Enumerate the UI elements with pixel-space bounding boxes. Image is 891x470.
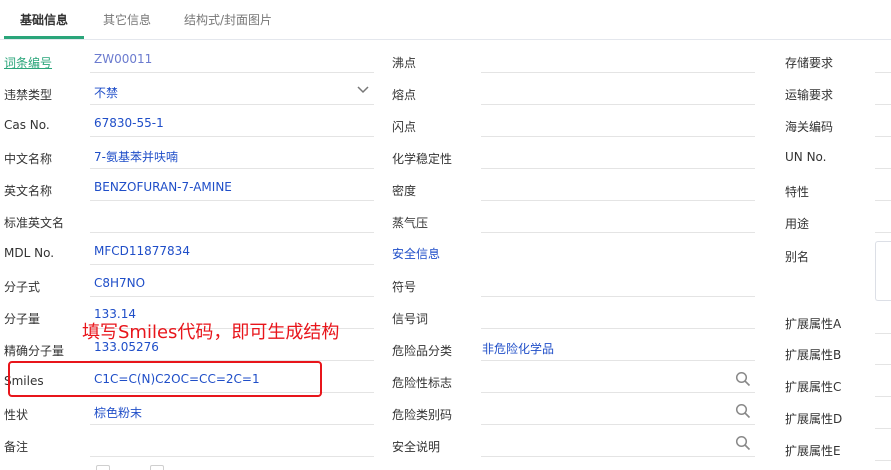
- remarks-underline: [90, 456, 374, 457]
- density-label: 密度: [392, 184, 417, 198]
- property-input[interactable]: [875, 200, 891, 201]
- en-name-label: 英文名称: [4, 184, 53, 198]
- cn-name-label: 中文名称: [4, 152, 53, 166]
- appearance-underline: [90, 424, 374, 425]
- boiling-point-label: 沸点: [392, 56, 417, 70]
- flash-point-label: 闪点: [392, 120, 417, 134]
- checkbox-2[interactable]: [150, 465, 164, 470]
- ext-d-label: 扩展属性D: [785, 412, 843, 426]
- hazard-code-input[interactable]: [481, 424, 755, 425]
- entry-no-underline: [90, 72, 374, 73]
- active-tab-indicator: [4, 36, 84, 39]
- entry-no-label[interactable]: 词条编号: [4, 54, 52, 71]
- std-en-name-underline: [90, 232, 374, 233]
- prohibited-type-underline: [90, 104, 374, 105]
- storage-input[interactable]: [875, 72, 891, 73]
- safety-desc-search-icon[interactable]: [735, 435, 751, 451]
- tab-structure-cover[interactable]: 结构式/封面图片: [184, 11, 272, 28]
- melting-point-label: 熔点: [392, 88, 417, 102]
- un-no-input[interactable]: [875, 168, 891, 169]
- entry-no-value: ZW00011: [94, 52, 153, 66]
- tab-other-info[interactable]: 其它信息: [103, 11, 151, 28]
- vapor-pressure-input[interactable]: [481, 232, 755, 233]
- ext-c-label: 扩展属性C: [785, 380, 842, 394]
- hazard-mark-input[interactable]: [481, 392, 755, 393]
- smiles-hint-annotation: 填写Smiles代码，即可生成结构: [82, 322, 340, 343]
- hazard-class-input[interactable]: 非危险化学品: [482, 340, 554, 357]
- customs-code-input[interactable]: [875, 136, 891, 137]
- cas-no-input[interactable]: 67830-55-1: [94, 116, 164, 130]
- tab-bar: 基础信息 其它信息 结构式/封面图片: [0, 0, 891, 40]
- mdl-no-underline: [90, 264, 374, 265]
- remarks-label: 备注: [4, 440, 29, 454]
- ext-b-label: 扩展属性B: [785, 348, 842, 362]
- density-input[interactable]: [481, 200, 755, 201]
- std-en-name-label: 标准英文名: [4, 216, 65, 230]
- ext-e-label: 扩展属性E: [785, 444, 841, 458]
- tab-basic-info[interactable]: 基础信息: [20, 11, 68, 28]
- boiling-point-input[interactable]: [481, 72, 755, 73]
- hazard-mark-label: 危险性标志: [392, 376, 453, 390]
- ext-c-input[interactable]: [875, 396, 891, 397]
- symbol-input[interactable]: [481, 296, 755, 297]
- ext-a-label: 扩展属性A: [785, 317, 842, 331]
- mdl-no-input[interactable]: MFCD11877834: [94, 244, 190, 258]
- hazard-code-search-icon[interactable]: [735, 403, 751, 419]
- usage-input[interactable]: [875, 232, 891, 233]
- formula-input[interactable]: C8H7NO: [94, 276, 145, 290]
- ext-a-input[interactable]: [875, 333, 891, 334]
- cas-no-underline: [90, 136, 374, 137]
- checkbox-1[interactable]: [96, 465, 110, 470]
- transport-label: 运输要求: [785, 88, 834, 102]
- storage-label: 存储要求: [785, 56, 834, 70]
- hazard-code-label: 危险类别码: [392, 408, 453, 422]
- signal-word-input[interactable]: [481, 328, 755, 329]
- en-name-underline: [90, 200, 374, 201]
- safety-desc-input[interactable]: [481, 456, 755, 457]
- ext-e-input[interactable]: [875, 460, 891, 461]
- usage-label: 用途: [785, 217, 810, 231]
- transport-input[interactable]: [875, 104, 891, 105]
- cn-name-underline: [90, 168, 374, 169]
- safety-info-heading: 安全信息: [392, 247, 441, 261]
- alias-textarea[interactable]: [875, 241, 891, 301]
- symbol-label: 符号: [392, 280, 417, 294]
- alias-label: 别名: [785, 250, 810, 264]
- appearance-label: 性状: [4, 408, 29, 422]
- flash-point-input[interactable]: [481, 136, 755, 137]
- ext-b-input[interactable]: [875, 364, 891, 365]
- property-label: 特性: [785, 185, 810, 199]
- vapor-pressure-label: 蒸气压: [392, 216, 429, 230]
- chem-stability-input[interactable]: [481, 168, 755, 169]
- chevron-down-icon[interactable]: [356, 84, 370, 96]
- cas-no-label: Cas No.: [4, 118, 50, 132]
- formula-label: 分子式: [4, 280, 41, 294]
- ext-d-input[interactable]: [875, 428, 891, 429]
- mol-weight-label: 分子量: [4, 312, 41, 326]
- cn-name-input[interactable]: 7-氨基苯并呋喃: [94, 148, 178, 165]
- appearance-input[interactable]: 棕色粉末: [94, 404, 142, 421]
- mdl-no-label: MDL No.: [4, 246, 55, 260]
- en-name-input[interactable]: BENZOFURAN-7-AMINE: [94, 180, 232, 194]
- hazard-class-underline: [481, 360, 755, 361]
- customs-code-label: 海关编码: [785, 120, 834, 134]
- exact-mass-label: 精确分子量: [4, 344, 65, 358]
- hazard-class-label: 危险品分类: [392, 344, 453, 358]
- un-no-label: UN No.: [785, 150, 827, 164]
- hazard-mark-search-icon[interactable]: [735, 371, 751, 387]
- formula-underline: [90, 296, 374, 297]
- safety-desc-label: 安全说明: [392, 440, 441, 454]
- prohibited-type-select[interactable]: 不禁: [94, 84, 118, 101]
- smiles-highlight-box: [8, 361, 322, 397]
- chem-stability-label: 化学稳定性: [392, 152, 453, 166]
- signal-word-label: 信号词: [392, 312, 429, 326]
- melting-point-input[interactable]: [481, 104, 755, 105]
- prohibited-type-label: 违禁类型: [4, 88, 53, 102]
